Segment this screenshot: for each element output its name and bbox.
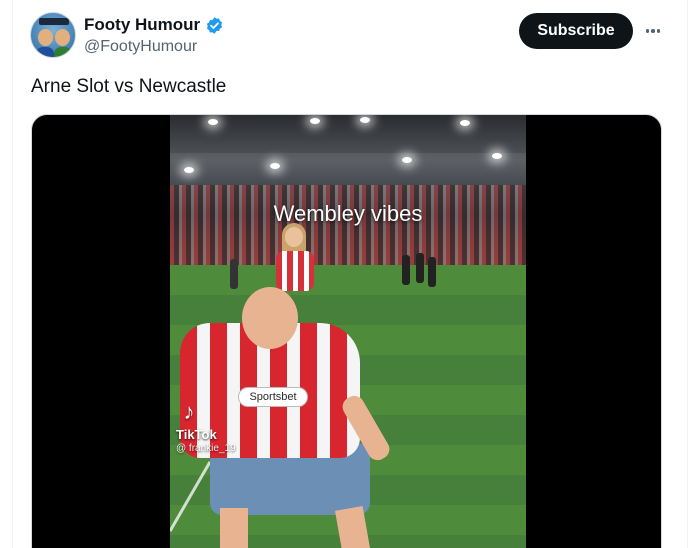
shirt-sponsor: Sportsbet	[238, 387, 308, 407]
author-handle[interactable]: @FootyHumour	[84, 38, 197, 56]
video-caption-overlay: Wembley vibes	[273, 201, 423, 226]
author-display-name[interactable]: Footy Humour	[84, 15, 200, 35]
verified-badge-icon	[205, 16, 224, 35]
avatar[interactable]	[30, 12, 76, 58]
tweet-text: Arne Slot vs Newcastle	[31, 76, 227, 97]
subscribe-button[interactable]: Subscribe	[519, 13, 633, 49]
tiktok-logo-icon: ♪	[183, 399, 195, 424]
tiktok-watermark: ♪ TikTok @ frankie_19	[176, 399, 236, 455]
more-horizontal-icon[interactable]	[642, 20, 664, 42]
video-frame[interactable]: Wembley vibes Sportsbet ♪ TikTok @ frank…	[170, 115, 526, 548]
tiktok-brand: TikTok	[176, 427, 217, 442]
author-name-row[interactable]: Footy Humour	[84, 14, 224, 36]
video-player[interactable]: Wembley vibes Sportsbet ♪ TikTok @ frank…	[31, 114, 662, 548]
tiktok-username: @ frankie_19	[176, 443, 236, 454]
